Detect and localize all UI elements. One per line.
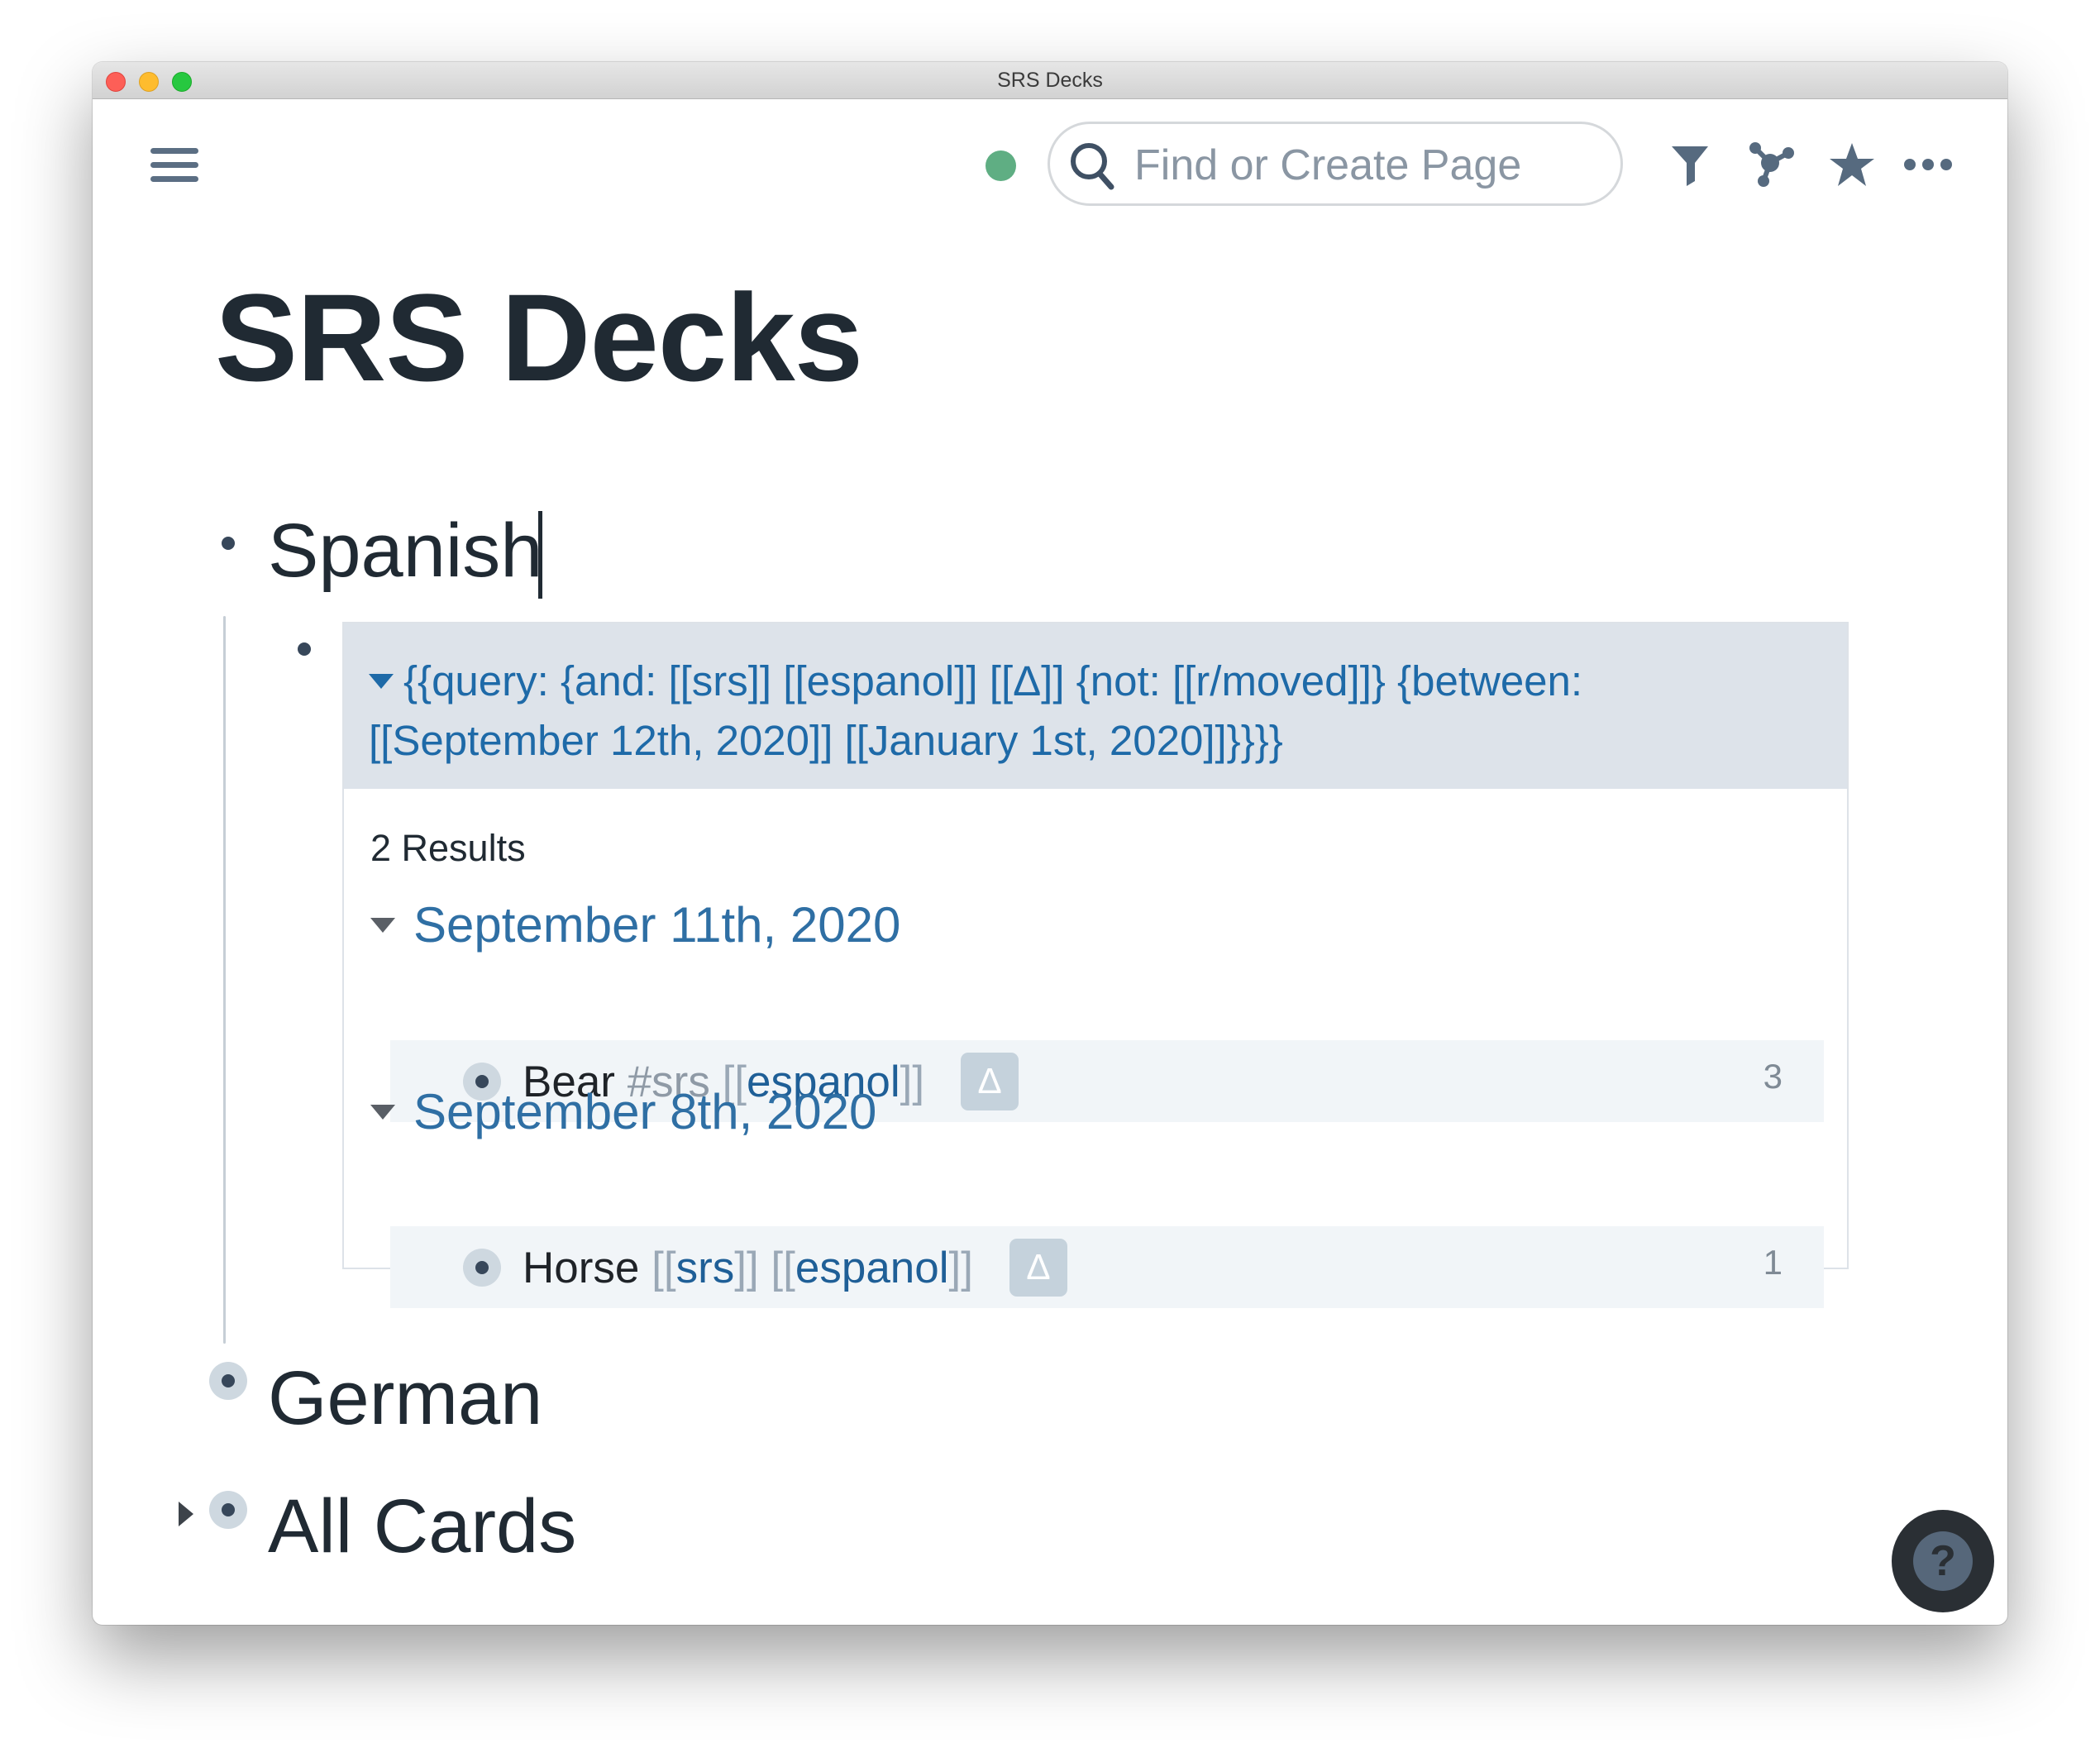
sync-status-indicator: [986, 150, 1016, 181]
results-count: 2 Results: [370, 827, 526, 869]
query-block: {{query: {and: [[srs]] [[espanol]] [[Δ]]…: [342, 622, 1849, 1308]
window-title: SRS Decks: [997, 69, 1103, 92]
graph-icon: [1749, 142, 1794, 187]
block-german[interactable]: German: [268, 1360, 542, 1436]
page-link[interactable]: srs: [676, 1243, 735, 1293]
child-indent-line[interactable]: [223, 616, 226, 1344]
block-all-cards[interactable]: All Cards: [268, 1488, 576, 1564]
result-row: Horse [[srs]] [[espanol]] Δ 1: [390, 1226, 1824, 1308]
query-expression[interactable]: {{query: {and: [[srs]] [[espanol]] [[Δ]]…: [369, 652, 1807, 771]
bullet-icon[interactable]: [209, 1362, 247, 1400]
page-link[interactable]: espanol: [795, 1243, 949, 1293]
result-page-link[interactable]: September 8th, 2020: [413, 1083, 876, 1140]
bracket-open: [[: [771, 1243, 795, 1292]
collapse-group-icon[interactable]: [370, 917, 395, 933]
search-box[interactable]: [1048, 122, 1623, 206]
page-title[interactable]: SRS Decks: [215, 275, 863, 399]
result-page-link[interactable]: September 11th, 2020: [413, 896, 900, 953]
bullet-icon[interactable]: [222, 537, 235, 550]
expand-arrow-icon[interactable]: [179, 1502, 193, 1526]
result-row-text[interactable]: Horse [[srs]] [[espanol]] Δ: [523, 1239, 1067, 1297]
more-icon: [1904, 159, 1952, 170]
bullet-icon[interactable]: [209, 1491, 247, 1529]
query-header[interactable]: {{query: {and: [[srs]] [[espanol]] [[Δ]]…: [344, 623, 1847, 789]
title-bar: SRS Decks: [93, 62, 2007, 99]
more-options-button[interactable]: [1902, 138, 1954, 191]
help-button[interactable]: ?: [1892, 1510, 1994, 1612]
star-icon: [1830, 143, 1874, 186]
collapse-group-icon[interactable]: [370, 1104, 395, 1120]
app-window: SRS Decks Find or Create Page SRS Decks …: [93, 62, 2007, 1625]
collapse-query-icon[interactable]: [369, 673, 394, 689]
bracket-close: ]]: [900, 1057, 925, 1106]
bracket-close: ]]: [734, 1243, 759, 1292]
delta-badge[interactable]: Δ: [961, 1053, 1019, 1110]
result-group-header[interactable]: September 11th, 2020: [370, 896, 900, 953]
bullet-icon[interactable]: [463, 1249, 501, 1287]
reference-count[interactable]: 1: [1764, 1243, 1783, 1282]
search-icon: [1071, 143, 1114, 190]
menu-icon[interactable]: [150, 148, 198, 183]
search-input[interactable]: [1133, 136, 1599, 195]
graph-view-button[interactable]: [1744, 138, 1797, 191]
result-group-header[interactable]: September 8th, 2020: [370, 1083, 876, 1140]
query-text: {{query: {and: [[srs]] [[espanol]] [[Δ]]…: [369, 657, 1583, 764]
delta-badge[interactable]: Δ: [1009, 1239, 1067, 1297]
bracket-close: ]]: [948, 1243, 973, 1292]
filter-icon: [1672, 146, 1708, 186]
starred-pages-button[interactable]: [1826, 138, 1878, 191]
bracket-open: [[: [651, 1243, 676, 1292]
reference-count[interactable]: 3: [1764, 1057, 1783, 1096]
text-cursor: [538, 511, 542, 599]
card-word: Horse: [523, 1243, 640, 1292]
block-spanish[interactable]: Spanish: [268, 513, 542, 589]
help-icon: ?: [1913, 1531, 1973, 1591]
bullet-icon[interactable]: [298, 642, 311, 656]
filter-button[interactable]: [1663, 138, 1716, 191]
